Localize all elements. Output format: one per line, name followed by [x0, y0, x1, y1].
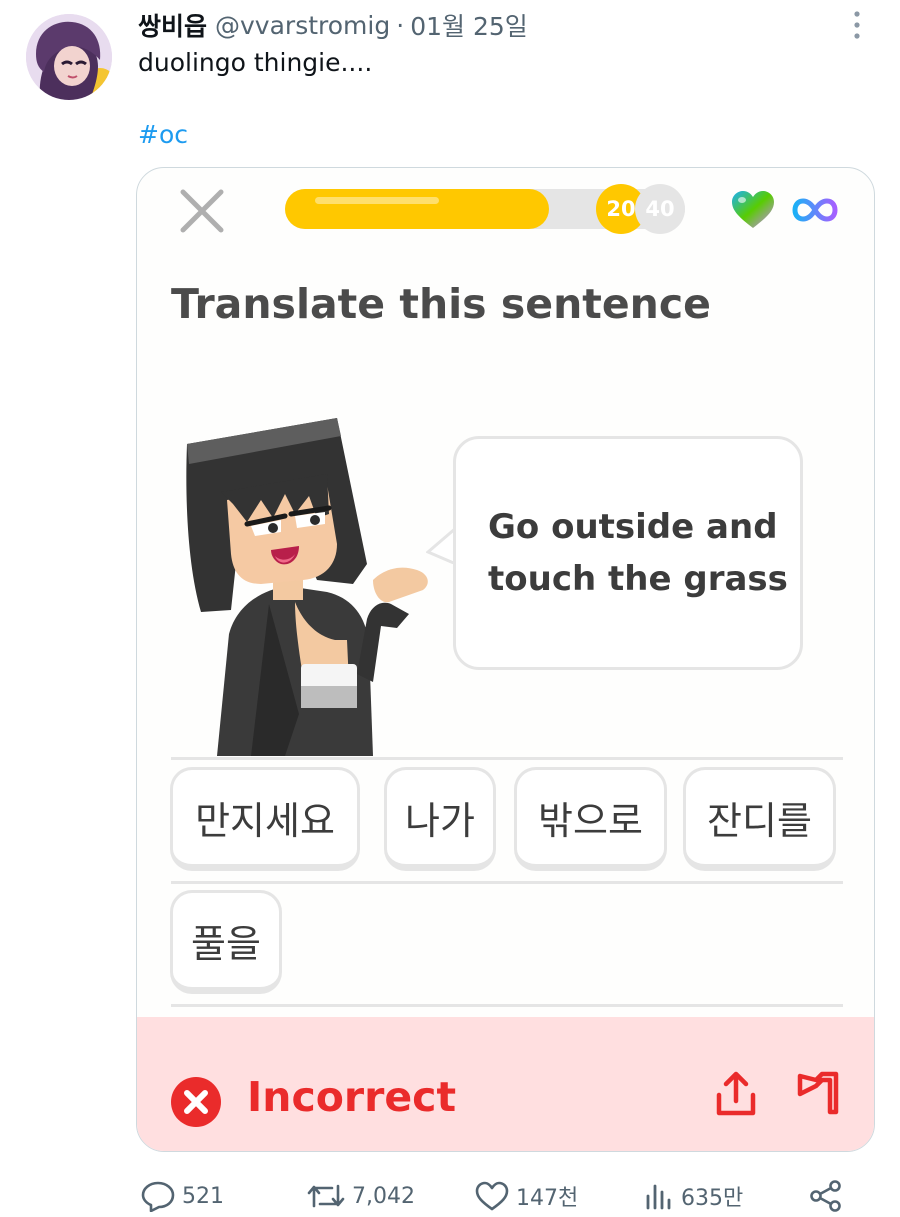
speech-line-1: Go outside and: [488, 507, 778, 547]
infinity-icon: [792, 196, 838, 224]
avatar[interactable]: [26, 14, 112, 100]
word-tile[interactable]: 잔디를: [683, 767, 836, 871]
word-tile[interactable]: 만지세요: [170, 767, 360, 871]
reply-count: 521: [182, 1183, 224, 1209]
repost-icon: [307, 1184, 345, 1208]
progress-bar: 20 40: [285, 184, 685, 234]
word-tile[interactable]: 밖으로: [514, 767, 667, 871]
repost-button[interactable]: 7,042: [306, 1176, 415, 1216]
answer-line-1: [171, 757, 843, 760]
progress-fill: [285, 189, 549, 229]
feedback-banner: Incorrect: [137, 1017, 874, 1151]
progress-shine: [315, 197, 439, 204]
separator-dot: ·: [396, 10, 405, 40]
like-count: 147천: [516, 1186, 579, 1211]
answer-line-3: [171, 1004, 843, 1007]
reply-icon: [141, 1181, 175, 1212]
character-illustration: [177, 414, 447, 756]
heart-icon: [730, 190, 776, 230]
x-circle-icon: [170, 1076, 222, 1128]
repost-count: 7,042: [352, 1183, 415, 1209]
tweet-date[interactable]: 01월 25일: [410, 7, 528, 43]
share-network-button[interactable]: [808, 1176, 850, 1216]
flag-icon[interactable]: [796, 1070, 840, 1116]
speech-text: Go outside and touch the grass: [488, 501, 788, 605]
more-icon[interactable]: [850, 10, 864, 40]
tweet-author: 쌍비읍 @vvarstromig · 01월 25일: [138, 8, 528, 42]
close-icon: [177, 186, 227, 236]
prompt-title: Translate this sentence: [171, 280, 711, 328]
reply-button[interactable]: 521: [140, 1176, 224, 1216]
display-name[interactable]: 쌍비읍: [138, 7, 207, 43]
progress-marker-40: 40: [635, 184, 685, 234]
speech-bubble: Go outside and touch the grass: [453, 436, 803, 670]
result-label: Incorrect: [247, 1073, 457, 1121]
like-button[interactable]: 147천: [474, 1176, 578, 1216]
hashtag-link[interactable]: #oc: [138, 120, 188, 149]
word-tile[interactable]: 풀을: [170, 890, 282, 994]
share-network-icon: [810, 1180, 841, 1212]
tweet-text: duolingo thingie....: [138, 48, 373, 77]
answer-line-2: [171, 881, 843, 884]
word-tile[interactable]: 나가: [384, 767, 496, 871]
views-icon: [646, 1184, 671, 1210]
user-handle[interactable]: @vvarstromig: [215, 11, 390, 40]
views-count: 635만: [681, 1186, 744, 1211]
share-icon[interactable]: [715, 1071, 757, 1117]
like-icon: [475, 1181, 509, 1211]
speech-line-2: touch the grass: [488, 559, 788, 599]
media-card[interactable]: 20 40 Translate this sentence Go outside…: [136, 167, 875, 1152]
views-button[interactable]: 635만: [643, 1176, 743, 1216]
